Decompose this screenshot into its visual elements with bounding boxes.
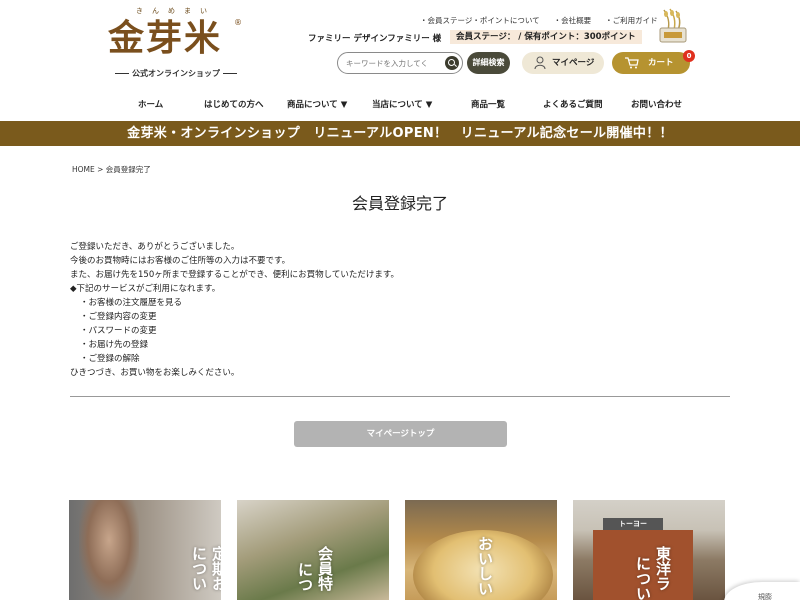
service-item: ・お客様の注文履歴を見る bbox=[80, 298, 183, 308]
card-text: 定期お bbox=[210, 546, 221, 591]
card-text: につい bbox=[634, 556, 652, 600]
link-guide[interactable]: ・ご利用ガイド bbox=[605, 15, 658, 26]
message-line: ご登録いただき、ありがとうございました。 bbox=[70, 242, 240, 252]
logo-main-text: 金芽米 bbox=[108, 17, 223, 59]
link-member-stage[interactable]: ・会員ステージ・ポイントについて bbox=[420, 15, 540, 26]
search-box bbox=[337, 52, 463, 74]
promo-banner[interactable]: 金芽米・オンラインショップ リニューアルOPEN！ リニューアル記念セール開催中… bbox=[0, 121, 800, 146]
nav-contact[interactable]: お問い合わせ bbox=[631, 98, 682, 110]
nav-home[interactable]: ホーム bbox=[138, 98, 163, 110]
divider bbox=[70, 396, 730, 397]
main-nav: ホーム はじめての方へ 商品について ▼ 当店について ▼ 商品一覧 よくあるご… bbox=[110, 98, 700, 110]
logo-ruby: きんめまい bbox=[136, 7, 216, 15]
member-name: ファミリー デザインファミリー 様 bbox=[308, 34, 442, 44]
search-input[interactable] bbox=[346, 56, 442, 70]
card-text: につい bbox=[190, 546, 208, 591]
nav-first-time[interactable]: はじめての方へ bbox=[204, 98, 264, 110]
service-item: ・ご登録の解除 bbox=[80, 354, 140, 364]
side-popup-text: 規膨 bbox=[758, 593, 772, 600]
message-line: ◆下記のサービスがご利用になれます。 bbox=[70, 284, 221, 294]
side-popup[interactable]: 規膨 bbox=[724, 582, 800, 600]
mypage-label: マイページ bbox=[552, 58, 595, 68]
feature-card-toyo-rice[interactable]: トーヨー 東洋ラ につい bbox=[573, 500, 725, 600]
utility-links: ・会員ステージ・ポイントについて ・会社概要 ・ご利用ガイド bbox=[420, 15, 658, 26]
message-line: 今後のお買物時にはお客様のご住所等の入力は不要です。 bbox=[70, 256, 291, 266]
logo-subtitle: 公式オンラインショップ bbox=[106, 68, 246, 79]
registered-mark: ® bbox=[234, 18, 242, 27]
mypage-top-button[interactable]: マイページトップ bbox=[294, 421, 507, 447]
feature-card-subscription[interactable]: 定期お につい bbox=[69, 500, 221, 600]
service-item: ・ご登録内容の変更 bbox=[80, 312, 157, 322]
feature-card-delicious[interactable]: おいしい bbox=[405, 500, 557, 600]
nav-products-about[interactable]: 商品について ▼ bbox=[287, 98, 347, 110]
breadcrumb: HOME > 会員登録完了 bbox=[72, 165, 151, 174]
card-text: おいしい bbox=[476, 536, 494, 596]
logo-subtitle-text: 公式オンラインショップ bbox=[132, 69, 220, 78]
registration-message: ご登録いただき、ありがとうございました。 今後のお買物時にはお客様のご住所等の入… bbox=[70, 240, 730, 380]
service-item: ・お届け先の登録 bbox=[80, 340, 149, 350]
card-text: 会員特 bbox=[316, 546, 334, 591]
mypage-button[interactable]: マイページ bbox=[522, 52, 604, 74]
nav-faq[interactable]: よくあるご質問 bbox=[543, 98, 603, 110]
detail-search-button[interactable]: 詳細検索 bbox=[467, 52, 510, 74]
cart-button[interactable]: カート bbox=[612, 52, 690, 74]
nav-store-about[interactable]: 当店について ▼ bbox=[372, 98, 432, 110]
feature-card-member-benefits[interactable]: 会員特 につ bbox=[237, 500, 389, 600]
card-text: 東洋ラ bbox=[654, 546, 672, 591]
service-item: ・パスワードの変更 bbox=[80, 326, 157, 336]
card-photo bbox=[79, 500, 139, 600]
cart-label: カート bbox=[648, 58, 674, 68]
cart-count-badge: 0 bbox=[683, 50, 695, 62]
search-icon[interactable] bbox=[445, 56, 459, 70]
building-sign: トーヨー bbox=[603, 518, 663, 530]
link-company[interactable]: ・会社概要 bbox=[554, 15, 592, 26]
member-stage-points: 会員ステージ： / 保有ポイント：300ポイント bbox=[450, 30, 642, 44]
rice-bag-icon bbox=[659, 8, 687, 43]
cart-icon bbox=[625, 57, 639, 69]
page-title: 会員登録完了 bbox=[351, 194, 448, 213]
card-text: につ bbox=[296, 562, 314, 592]
site-logo[interactable]: きんめまい 金芽米 ® 公式オンラインショップ bbox=[106, 6, 246, 78]
person-icon bbox=[534, 56, 546, 70]
message-closing: ひきつづき、お買い物をお楽しみください。 bbox=[70, 368, 240, 378]
message-line: また、お届け先を150ヶ所まで登録することができ、便利にお買物していただけます。 bbox=[70, 270, 400, 280]
nav-product-list[interactable]: 商品一覧 bbox=[471, 98, 505, 110]
